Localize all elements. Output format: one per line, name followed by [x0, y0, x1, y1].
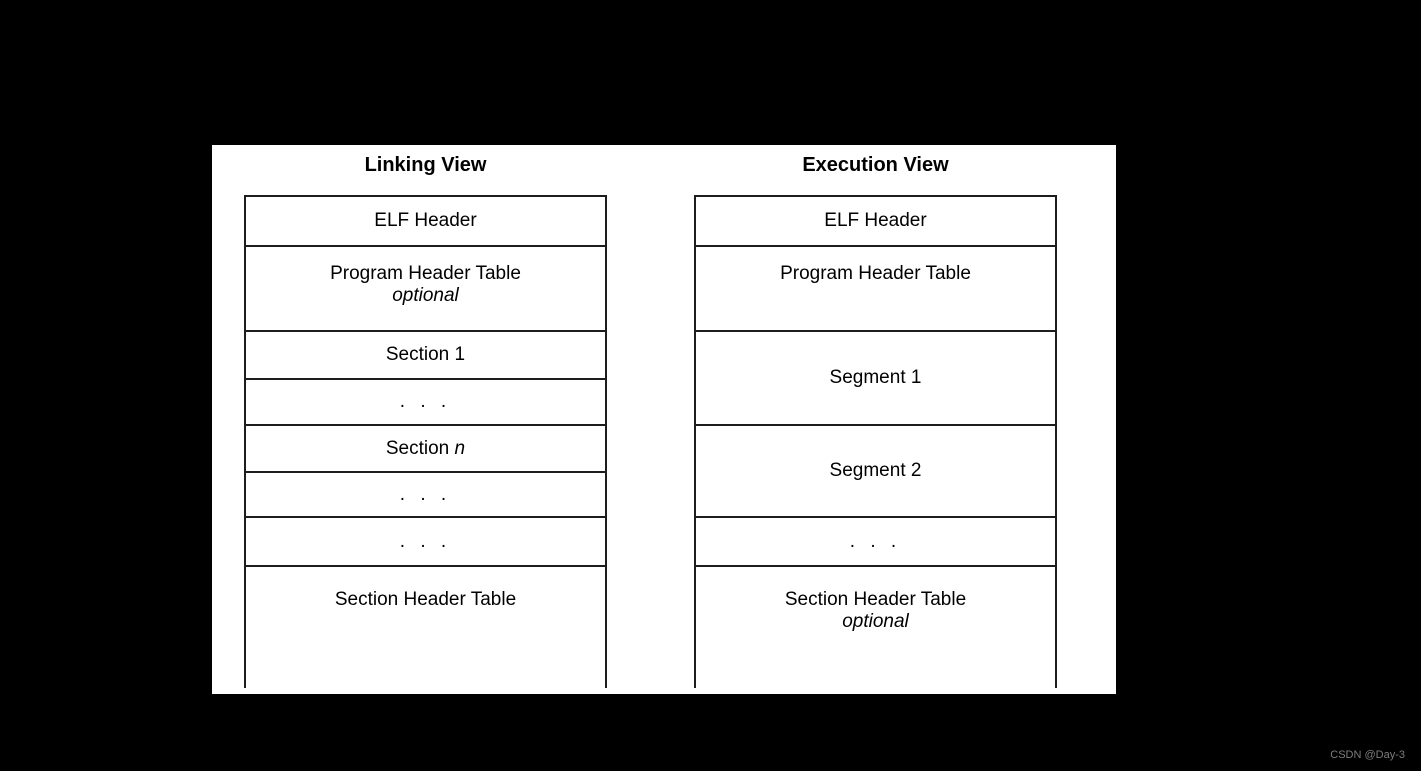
row-label: ELF Header	[824, 210, 927, 231]
row-label: Program Header Table	[780, 263, 971, 284]
row-sublabel: optional	[842, 611, 909, 632]
table-row: Section Header Table	[246, 567, 605, 690]
row-label: Section 1	[385, 344, 466, 365]
watermark-label: CSDN @Day-3	[1330, 749, 1405, 761]
table-row: Segment 1	[696, 332, 1055, 426]
row-label: ELF Header	[374, 210, 477, 231]
execution-view-title: Execution View	[802, 154, 949, 176]
table-row: Section Header Table optional	[696, 567, 1055, 690]
table-row: . . .	[246, 518, 605, 567]
row-label: Section Header Table	[334, 589, 517, 610]
table-row: ELF Header	[246, 197, 605, 247]
execution-view-column: Execution View ELF Header Program Header …	[694, 145, 1057, 694]
table-row: . . .	[696, 518, 1055, 567]
linking-view-title: Linking View	[364, 154, 487, 176]
table-row: Section n	[246, 426, 605, 473]
table-row: ELF Header	[696, 197, 1055, 247]
table-row: Program Header Table optional	[246, 247, 605, 332]
elf-format-figure-panel: Linking View ELF Header Program Header Ta…	[212, 145, 1116, 694]
ellipsis-label: . . .	[849, 530, 902, 552]
row-label-variable: n	[454, 437, 466, 459]
ellipsis-label: . . .	[399, 483, 452, 505]
ellipsis-label: . . .	[399, 530, 452, 552]
row-label: Segment 1	[829, 367, 922, 388]
row-label: Segment 2	[829, 460, 922, 481]
execution-view-table: ELF Header Program Header Table Segment 1 S…	[694, 195, 1057, 690]
row-sublabel: optional	[392, 285, 459, 306]
linking-view-table: ELF Header Program Header Table optional Se…	[244, 195, 607, 690]
table-row: . . .	[246, 473, 605, 518]
table-row: Section 1	[246, 332, 605, 380]
ellipsis-label: . . .	[399, 391, 452, 412]
row-label: Program Header Table	[330, 263, 521, 284]
table-row: Segment 2	[696, 426, 1055, 518]
row-label: Section Header Table	[784, 589, 967, 610]
table-row: . . .	[246, 380, 605, 426]
linking-view-column: Linking View ELF Header Program Header Ta…	[244, 145, 607, 694]
table-row: Program Header Table	[696, 247, 1055, 332]
row-label: Section n	[385, 437, 466, 459]
